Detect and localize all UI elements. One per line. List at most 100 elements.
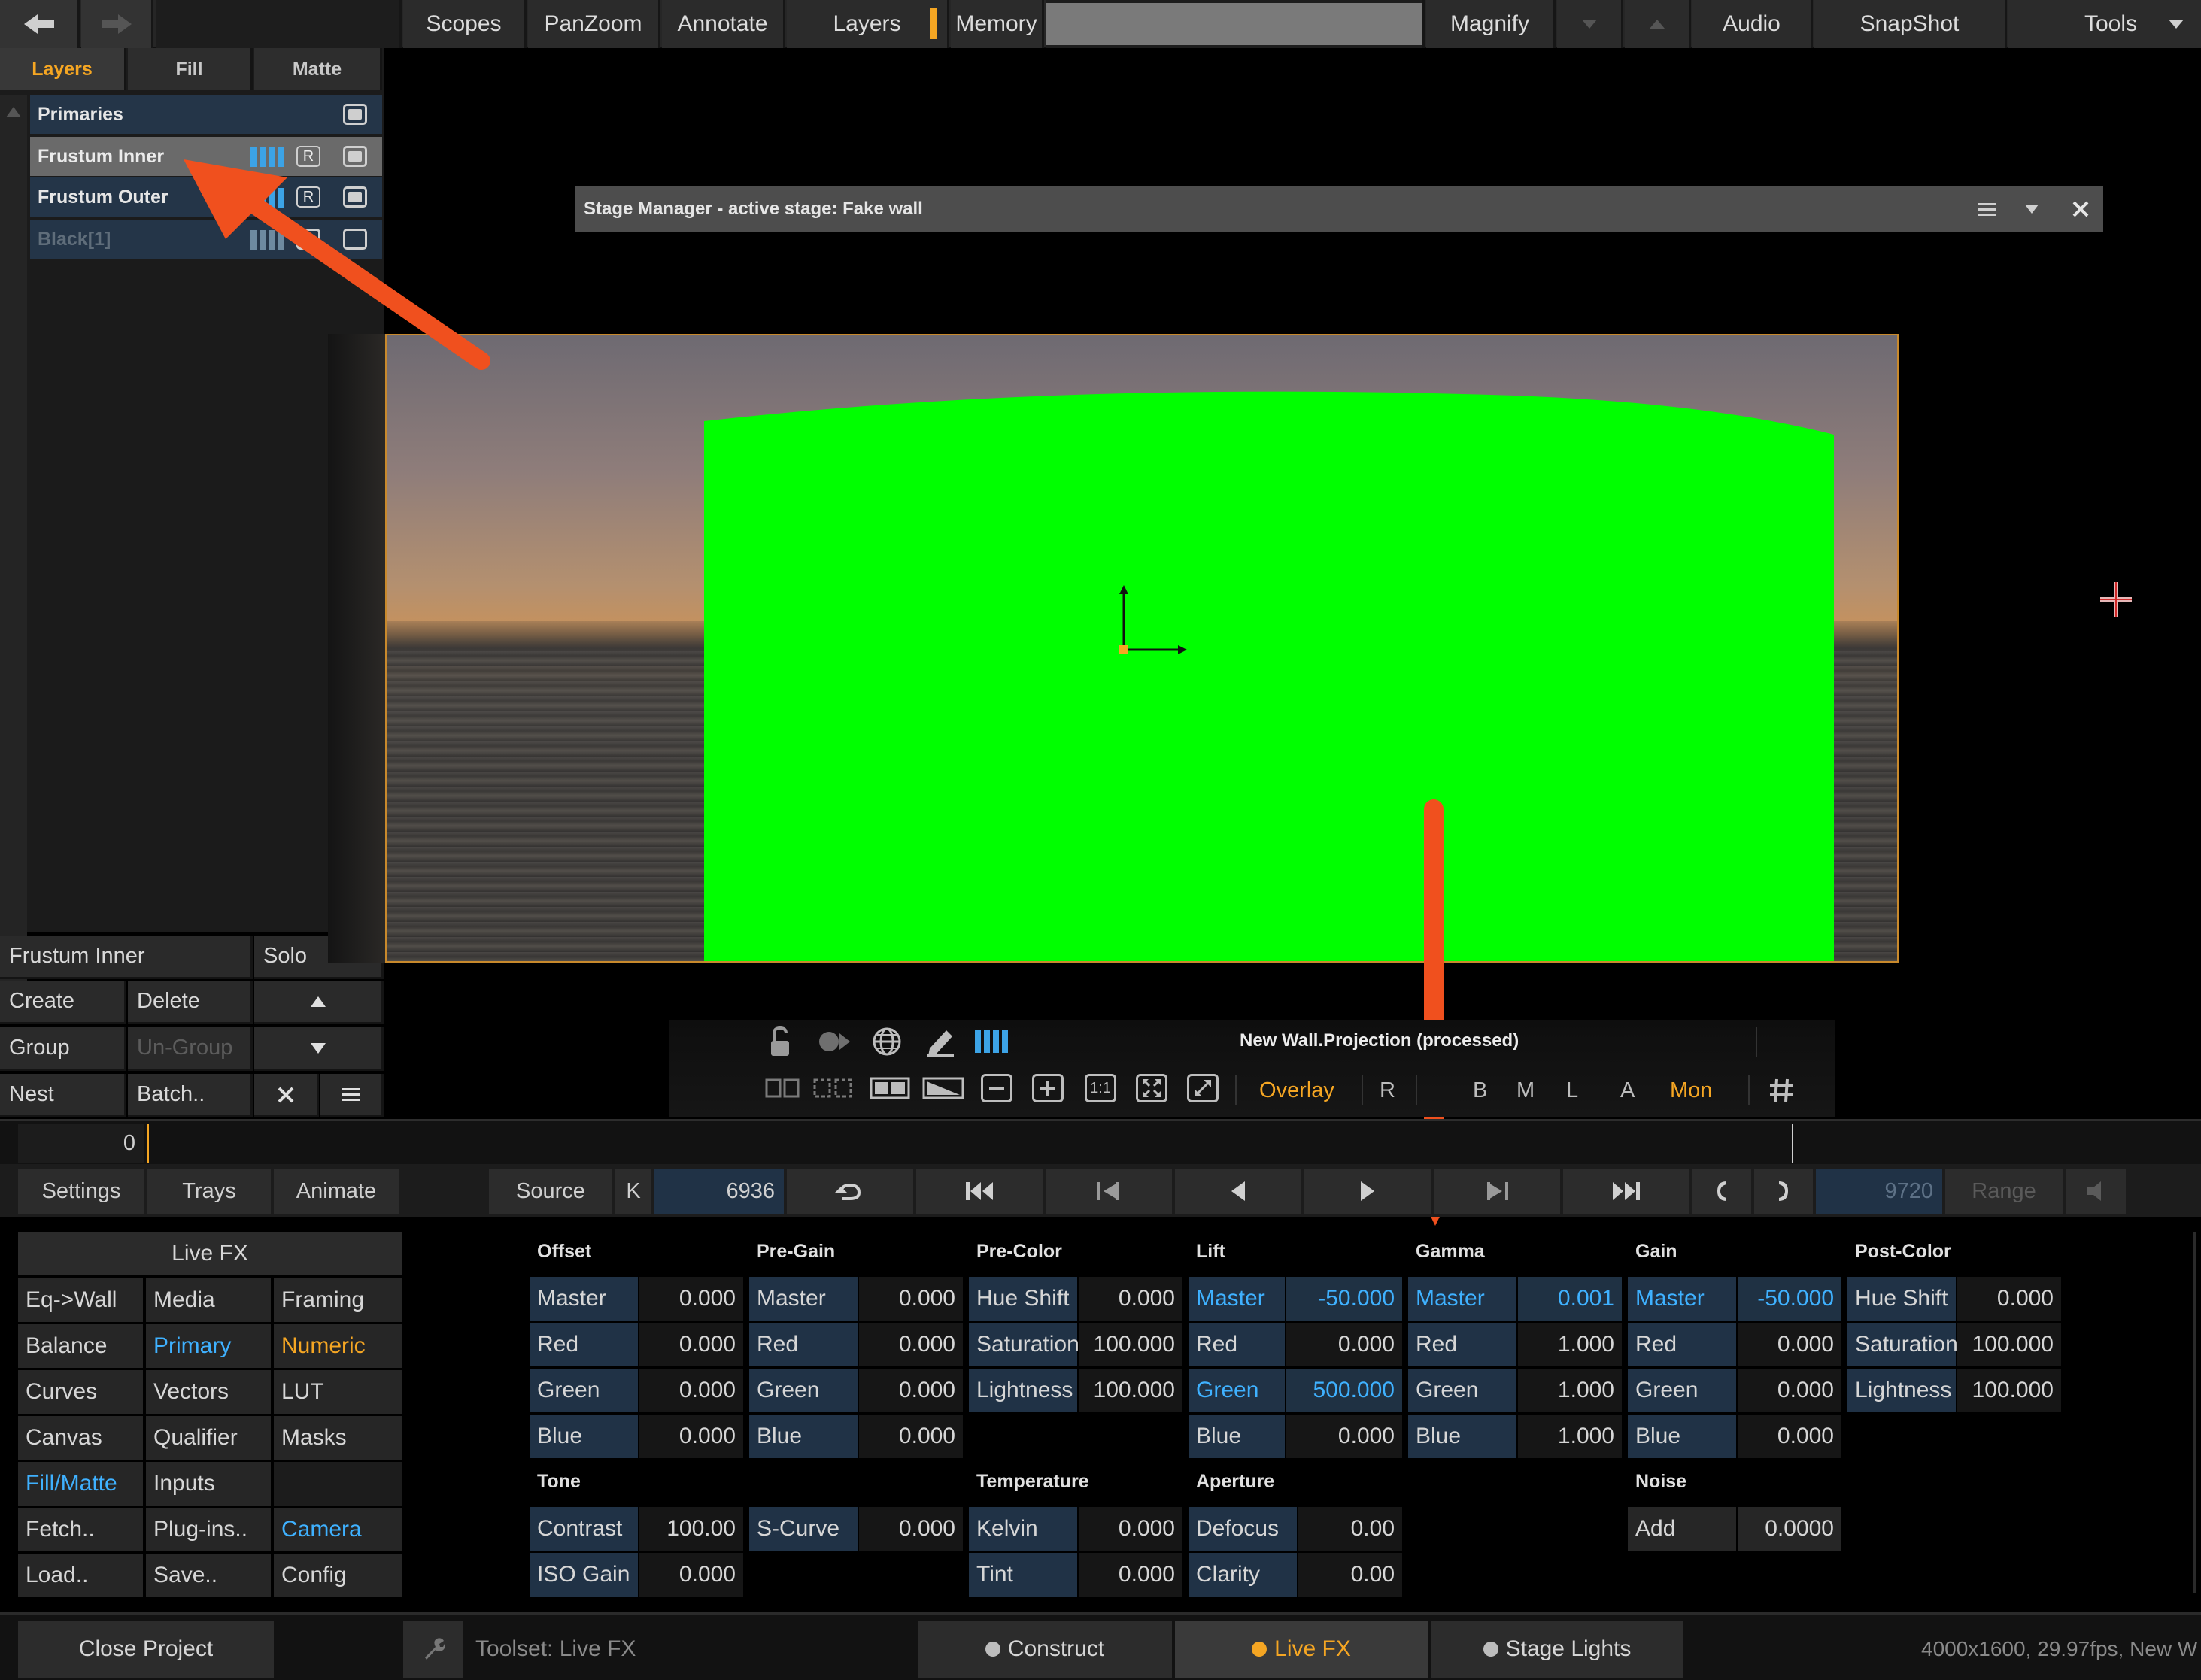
audio-button[interactable]: Audio [1692, 0, 1813, 48]
trays-button[interactable]: Trays [147, 1169, 271, 1214]
offset-red-value[interactable]: 0.000 [639, 1323, 743, 1366]
temperature-tint-value[interactable]: 0.000 [1079, 1553, 1182, 1597]
construct-tab[interactable]: Construct [918, 1621, 1172, 1678]
lift-blue-value[interactable]: 0.000 [1286, 1415, 1402, 1458]
precolor-hue-value[interactable]: 0.000 [1079, 1277, 1182, 1321]
magnify-down-button[interactable] [1557, 0, 1623, 48]
wipe-icon[interactable] [922, 1077, 964, 1099]
panzoom-button[interactable]: PanZoom [528, 0, 660, 48]
params-scrollbar[interactable] [2193, 1232, 2196, 1593]
menu-canvas[interactable]: Canvas [18, 1416, 143, 1460]
nest-button[interactable]: Nest [0, 1074, 126, 1117]
menu-plugins[interactable]: Plug-ins.. [146, 1508, 271, 1551]
annotate-button[interactable]: Annotate [662, 0, 785, 48]
go-to-end-button[interactable] [1563, 1169, 1689, 1214]
postcolor-saturation-value[interactable]: 100.000 [1957, 1323, 2061, 1366]
fullscreen-button[interactable] [1187, 1074, 1219, 1102]
pregain-master-value[interactable]: 0.000 [859, 1277, 963, 1321]
offset-green-value[interactable]: 0.000 [639, 1369, 743, 1412]
timeline-in-marker[interactable] [147, 1124, 149, 1163]
range-button[interactable]: Range [1945, 1169, 2063, 1214]
menu-inputs[interactable]: Inputs [146, 1462, 271, 1506]
pregain-blue-value[interactable]: 0.000 [859, 1415, 963, 1458]
magnify-button[interactable]: Magnify [1426, 0, 1556, 48]
stage-manager-titlebar[interactable]: Stage Manager - active stage: Fake wall [575, 186, 2103, 232]
temperature-kelvin-value[interactable]: 0.000 [1079, 1507, 1182, 1551]
channel-a-button[interactable]: A [1620, 1078, 1635, 1103]
offset-blue-value[interactable]: 0.000 [639, 1415, 743, 1458]
loop-button[interactable] [787, 1169, 913, 1214]
menu-save[interactable]: Save.. [146, 1554, 271, 1597]
stage-menu-icon[interactable] [1977, 201, 1998, 217]
menu-config[interactable]: Config [274, 1554, 402, 1597]
gain-master-value[interactable]: -50.000 [1738, 1277, 1841, 1321]
aperture-clarity-value[interactable]: 0.00 [1298, 1553, 1402, 1597]
layers-toggle-button[interactable]: Layers [787, 0, 949, 48]
lift-red-value[interactable]: 0.000 [1286, 1323, 1402, 1366]
fit-button[interactable] [1136, 1074, 1167, 1102]
grid-icon[interactable] [1768, 1077, 1795, 1104]
layer-menu-button[interactable] [320, 1074, 384, 1117]
compare-split-icon[interactable] [764, 1075, 800, 1101]
gamma-blue-value[interactable]: 1.000 [1518, 1415, 1622, 1458]
channel-m-button[interactable]: M [1516, 1078, 1535, 1103]
overlay-button[interactable]: Overlay [1259, 1078, 1334, 1103]
play-reverse-button[interactable] [1175, 1169, 1301, 1214]
go-to-start-button[interactable] [916, 1169, 1043, 1214]
back-button[interactable] [0, 0, 80, 48]
batch-button[interactable]: Batch.. [128, 1074, 253, 1117]
source-button[interactable]: Source [489, 1169, 612, 1214]
gain-blue-value[interactable]: 0.000 [1738, 1415, 1841, 1458]
viewer-frame[interactable] [385, 334, 1899, 963]
menu-masks[interactable]: Masks [274, 1416, 402, 1460]
origin-gizmo-icon[interactable] [1109, 584, 1199, 674]
offset-master-value[interactable]: 0.000 [639, 1277, 743, 1321]
tools-menu-button[interactable]: Tools [2008, 0, 2201, 48]
close-project-button[interactable]: Close Project [18, 1621, 274, 1678]
forward-button[interactable] [81, 0, 153, 48]
gain-green-value[interactable]: 0.000 [1738, 1369, 1841, 1412]
pencil-icon[interactable] [925, 1026, 955, 1057]
memory-button[interactable]: Memory [951, 0, 1044, 48]
livefx-tab[interactable]: Live FX [1175, 1621, 1428, 1678]
keyframe-button[interactable]: K [615, 1169, 651, 1214]
menu-curves[interactable]: Curves [18, 1370, 143, 1414]
settings-button[interactable]: Settings [18, 1169, 144, 1214]
menu-fetch[interactable]: Fetch.. [18, 1508, 143, 1551]
scopes-button[interactable]: Scopes [403, 0, 527, 48]
snapshot-button[interactable]: SnapShot [1814, 0, 2007, 48]
postcolor-lightness-value[interactable]: 100.000 [1957, 1369, 2061, 1412]
compare-quad-icon[interactable] [812, 1075, 853, 1101]
menu-fill-matte[interactable]: Fill/Matte [18, 1462, 143, 1506]
menu-qualifier[interactable]: Qualifier [146, 1416, 271, 1460]
zoom-out-button[interactable] [981, 1074, 1012, 1102]
end-frame-field[interactable]: 9720 [1816, 1169, 1942, 1214]
move-up-button[interactable] [254, 981, 384, 1024]
tab-layers[interactable]: Layers [0, 48, 126, 90]
lift-green-value[interactable]: 500.000 [1286, 1369, 1402, 1412]
toolset-button[interactable] [403, 1621, 463, 1678]
monitor-button[interactable]: Mon [1670, 1078, 1712, 1103]
gamma-green-value[interactable]: 1.000 [1518, 1369, 1622, 1412]
stage-close-icon[interactable] [2072, 200, 2090, 218]
layer-list-scrollbar[interactable] [0, 95, 27, 981]
postcolor-hue-value[interactable]: 0.000 [1957, 1277, 2061, 1321]
memory-slot-field[interactable] [1046, 3, 1422, 45]
channel-r-button[interactable]: R [1380, 1078, 1395, 1103]
channel-b-button[interactable]: B [1473, 1078, 1487, 1103]
move-down-button[interactable] [254, 1027, 384, 1071]
layer-visibility-icon[interactable] [343, 104, 367, 125]
timeline-start-field[interactable]: 0 [18, 1124, 144, 1163]
delete-button[interactable]: Delete [128, 981, 253, 1024]
gain-red-value[interactable]: 0.000 [1738, 1323, 1841, 1366]
stage-lights-tab[interactable]: Stage Lights [1431, 1621, 1683, 1678]
close-layer-button[interactable] [254, 1074, 319, 1117]
menu-eq-wall[interactable]: Eq->Wall [18, 1278, 143, 1322]
stage-collapse-icon[interactable] [2023, 203, 2040, 215]
record-icon[interactable] [817, 1029, 853, 1054]
pregain-green-value[interactable]: 0.000 [859, 1369, 963, 1412]
step-forward-button[interactable] [1434, 1169, 1560, 1214]
menu-load[interactable]: Load.. [18, 1554, 143, 1597]
tone-scurve-value[interactable]: 0.000 [859, 1507, 963, 1551]
gamma-master-value[interactable]: 0.001 [1518, 1277, 1622, 1321]
